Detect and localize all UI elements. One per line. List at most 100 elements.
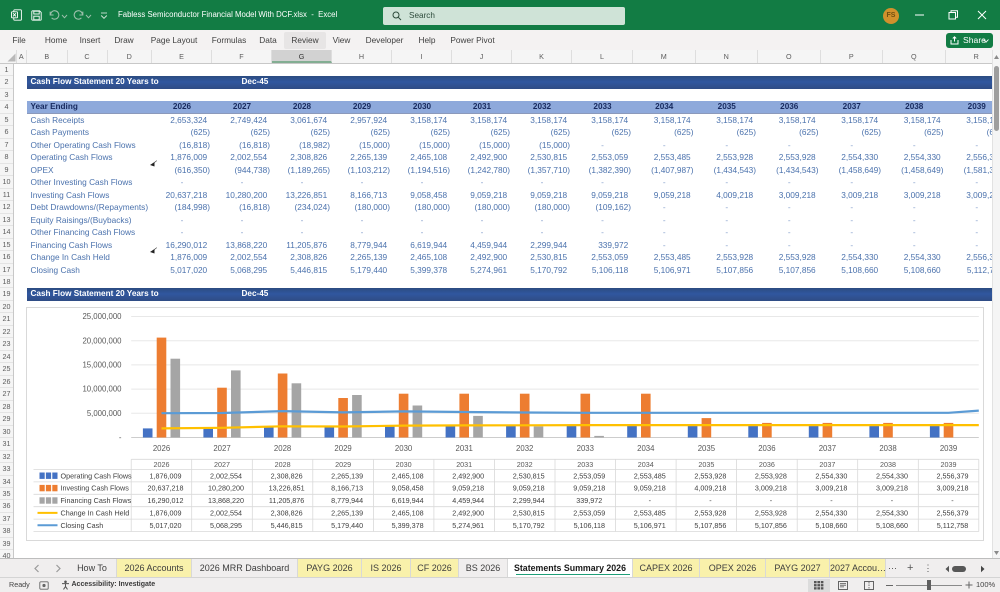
- svg-text:5,000,000: 5,000,000: [86, 408, 121, 417]
- svg-text:2026: 2026: [152, 444, 169, 453]
- svg-text:2,265,139: 2,265,139: [331, 471, 363, 480]
- svg-text:20,000,000: 20,000,000: [82, 336, 122, 345]
- svg-text:2,553,928: 2,553,928: [694, 471, 726, 480]
- svg-text:10,280,200: 10,280,200: [208, 483, 244, 492]
- svg-text:3,009,218: 3,009,218: [754, 483, 786, 492]
- svg-text:Closing Cash: Closing Cash: [60, 520, 103, 529]
- svg-text:5,106,118: 5,106,118: [573, 520, 604, 529]
- svg-text:5,108,660: 5,108,660: [815, 520, 847, 529]
- svg-text:5,112,758: 5,112,758: [936, 520, 967, 529]
- svg-text:2,465,108: 2,465,108: [391, 471, 423, 480]
- svg-text:2,002,554: 2,002,554: [210, 471, 242, 480]
- svg-text:2031: 2031: [456, 459, 472, 468]
- svg-text:5,446,815: 5,446,815: [270, 520, 302, 529]
- svg-text:25,000,000: 25,000,000: [82, 312, 122, 321]
- svg-text:2,553,928: 2,553,928: [754, 471, 786, 480]
- svg-text:2038: 2038: [879, 444, 896, 453]
- svg-text:4,009,218: 4,009,218: [694, 483, 726, 492]
- svg-text:10,000,000: 10,000,000: [82, 384, 122, 393]
- svg-text:2033: 2033: [576, 444, 593, 453]
- svg-text:2029: 2029: [334, 444, 351, 453]
- svg-text:2,554,330: 2,554,330: [815, 508, 847, 517]
- svg-text:20,637,218: 20,637,218: [147, 483, 183, 492]
- svg-text:2027: 2027: [214, 459, 230, 468]
- svg-text:2,530,815: 2,530,815: [512, 471, 544, 480]
- svg-text:2,553,485: 2,553,485: [633, 471, 665, 480]
- svg-text:5,107,856: 5,107,856: [694, 520, 726, 529]
- svg-text:2039: 2039: [940, 459, 956, 468]
- svg-text:2,553,059: 2,553,059: [573, 471, 605, 480]
- svg-text:2036: 2036: [758, 444, 775, 453]
- svg-text:4,459,944: 4,459,944: [452, 496, 484, 505]
- svg-text:Investing Cash Flows: Investing Cash Flows: [60, 483, 129, 492]
- svg-text:2,556,379: 2,556,379: [936, 471, 968, 480]
- svg-text:9,059,218: 9,059,218: [452, 483, 484, 492]
- svg-text:2032: 2032: [516, 459, 532, 468]
- svg-text:2,308,826: 2,308,826: [270, 471, 302, 480]
- svg-text:9,058,458: 9,058,458: [391, 483, 423, 492]
- svg-text:2,553,928: 2,553,928: [694, 508, 726, 517]
- svg-text:9,059,218: 9,059,218: [573, 483, 605, 492]
- svg-text:2034: 2034: [637, 459, 653, 468]
- svg-text:5,274,961: 5,274,961: [452, 520, 484, 529]
- svg-text:2027: 2027: [213, 444, 230, 453]
- svg-text:339,972: 339,972: [576, 496, 602, 505]
- svg-text:2,554,330: 2,554,330: [815, 471, 847, 480]
- svg-text:9,059,218: 9,059,218: [512, 483, 544, 492]
- svg-text:2,553,485: 2,553,485: [633, 508, 665, 517]
- svg-text:6,619,944: 6,619,944: [391, 496, 423, 505]
- svg-text:2,554,330: 2,554,330: [876, 471, 908, 480]
- svg-text:2034: 2034: [637, 444, 655, 453]
- svg-text:2,553,928: 2,553,928: [754, 508, 786, 517]
- svg-text:5,107,856: 5,107,856: [754, 520, 786, 529]
- svg-text:2039: 2039: [939, 444, 956, 453]
- svg-text:3,009,218: 3,009,218: [876, 483, 908, 492]
- svg-text:2,554,330: 2,554,330: [876, 508, 908, 517]
- svg-text:1,876,009: 1,876,009: [149, 508, 181, 517]
- svg-text:11,205,876: 11,205,876: [268, 496, 303, 505]
- svg-text:2037: 2037: [819, 459, 835, 468]
- svg-text:2031: 2031: [455, 444, 472, 453]
- svg-text:2035: 2035: [697, 444, 715, 453]
- svg-text:5,106,971: 5,106,971: [633, 520, 665, 529]
- svg-text:3,009,218: 3,009,218: [936, 483, 968, 492]
- svg-text:5,179,440: 5,179,440: [331, 520, 363, 529]
- svg-text:2,553,059: 2,553,059: [573, 508, 605, 517]
- svg-text:8,166,713: 8,166,713: [331, 483, 363, 492]
- svg-text:5,068,295: 5,068,295: [210, 520, 242, 529]
- svg-text:2038: 2038: [880, 459, 896, 468]
- svg-text:2035: 2035: [698, 459, 714, 468]
- svg-text:16,290,012: 16,290,012: [147, 496, 183, 505]
- svg-text:Change In Cash Held: Change In Cash Held: [60, 508, 129, 517]
- svg-text:9,059,218: 9,059,218: [633, 483, 665, 492]
- svg-text:5,399,378: 5,399,378: [391, 520, 423, 529]
- svg-text:3,009,218: 3,009,218: [815, 483, 847, 492]
- svg-text:2,556,379: 2,556,379: [936, 508, 968, 517]
- svg-text:2,299,944: 2,299,944: [512, 496, 544, 505]
- svg-text:2,308,826: 2,308,826: [270, 508, 302, 517]
- svg-text:2033: 2033: [577, 459, 593, 468]
- svg-text:-: -: [118, 433, 121, 442]
- svg-text:15,000,000: 15,000,000: [82, 360, 122, 369]
- svg-text:1,876,009: 1,876,009: [149, 471, 181, 480]
- svg-text:2030: 2030: [394, 444, 412, 453]
- svg-text:5,017,020: 5,017,020: [149, 520, 181, 529]
- svg-text:5,170,792: 5,170,792: [512, 520, 544, 529]
- svg-text:2030: 2030: [395, 459, 411, 468]
- svg-text:Operating Cash Flows: Operating Cash Flows: [60, 471, 132, 480]
- svg-text:2026: 2026: [153, 459, 169, 468]
- svg-text:2029: 2029: [335, 459, 351, 468]
- svg-text:Financing Cash Flows: Financing Cash Flows: [60, 496, 131, 505]
- svg-text:2,465,108: 2,465,108: [391, 508, 423, 517]
- svg-text:2,492,900: 2,492,900: [452, 471, 484, 480]
- svg-text:2,492,900: 2,492,900: [452, 508, 484, 517]
- svg-text:13,868,220: 13,868,220: [208, 496, 244, 505]
- svg-text:2028: 2028: [274, 459, 290, 468]
- svg-text:2,530,815: 2,530,815: [512, 508, 544, 517]
- svg-text:8,779,944: 8,779,944: [331, 496, 363, 505]
- svg-text:2028: 2028: [273, 444, 290, 453]
- svg-text:2,002,554: 2,002,554: [210, 508, 242, 517]
- svg-text:2036: 2036: [758, 459, 774, 468]
- svg-text:2,265,139: 2,265,139: [331, 508, 363, 517]
- svg-text:13,226,851: 13,226,851: [268, 483, 304, 492]
